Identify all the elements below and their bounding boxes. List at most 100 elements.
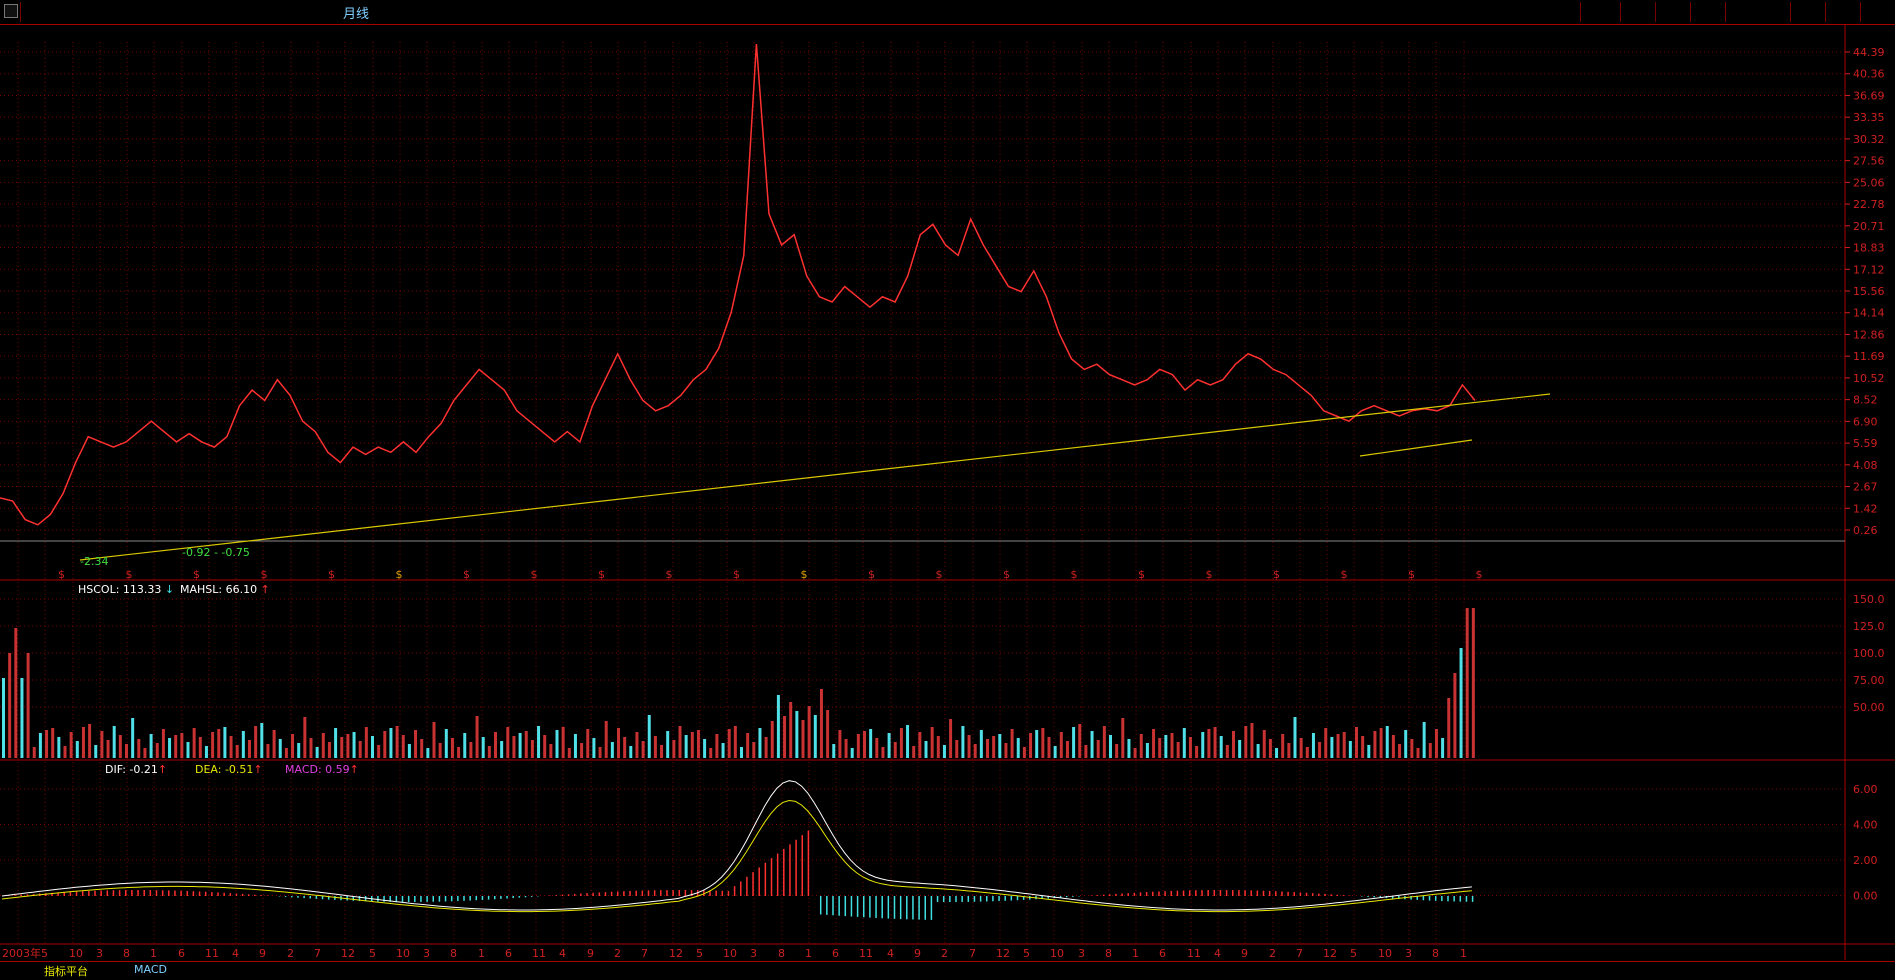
macd-tick-label: 6.00 [1853,783,1878,796]
tab-macd[interactable]: MACD [134,963,167,976]
volume-bar [617,728,620,758]
time-tick-label: 12 [1323,947,1337,960]
volume-bar [1269,739,1272,758]
macd-histogram-bar [162,890,164,896]
macd-histogram-bar [666,890,668,896]
macd-histogram-bar [758,867,760,896]
volume-bar [1109,735,1112,758]
volume-bar [451,738,454,758]
volume-bar [1355,727,1358,758]
stock-chart[interactable]: 2003年51038161149271251038161149271251038… [0,0,1895,979]
volume-bar [752,742,755,758]
time-tick-label: 10 [723,947,737,960]
time-tick-label: 1 [478,947,485,960]
macd-histogram-bar [968,896,970,902]
dividend-marker: $ [1206,568,1213,581]
volume-bar [27,653,30,758]
dividend-marker: $ [733,568,740,581]
volume-bar [568,748,571,758]
volume-bar [445,729,448,758]
tab-indicator-platform[interactable]: 指标平台 [44,963,88,979]
volume-bar [45,730,48,758]
macd-histogram-bar [1306,893,1308,896]
volume-bar [949,719,952,758]
volume-bar [1244,726,1247,758]
time-tick-label: 6 [178,947,185,960]
time-tick-label: 8 [123,947,130,960]
time-tick-label: 1 [150,947,157,960]
macd-histogram-bar [248,894,250,896]
macd-histogram-bar [211,892,213,896]
volume-bar [353,732,356,758]
volume-bar [33,747,36,758]
macd-legend-item: MACD: 0.59↑ [285,763,359,776]
macd-histogram-bar [1226,890,1228,896]
price-tick-label: 44.39 [1853,46,1885,59]
volume-bar [303,717,306,758]
volume-bar [543,735,546,758]
time-tick-label: 3 [1405,947,1412,960]
macd-histogram-bar [771,858,773,896]
macd-tick-label: 2.00 [1853,854,1878,867]
volume-bar [137,739,140,758]
macd-histogram-bar [254,895,256,896]
volume-bar [1250,723,1253,758]
macd-histogram-bar [740,881,742,896]
volume-bar [346,734,349,758]
volume-bar [1097,740,1100,758]
volume-bar [881,747,884,758]
volume-bar [875,738,878,758]
volume-bar [556,730,559,758]
macd-histogram-bar [912,896,914,919]
time-tick-label: 2 [614,947,621,960]
macd-legend-item: DEA: -0.51↑ [195,763,263,776]
macd-histogram-bar [1441,896,1443,901]
macd-histogram-bar [451,896,453,901]
macd-histogram-bar [469,896,471,901]
volume-bar [986,739,989,758]
macd-histogram-bar [143,890,145,896]
volume-bar [1134,748,1137,758]
macd-histogram-bar [888,896,890,919]
time-tick-label: 3 [750,947,757,960]
volume-bar [359,741,362,758]
volume-bar [70,732,73,758]
macd-histogram-bar [383,896,385,902]
dividend-marker: $ [396,568,403,581]
volume-bar [76,741,79,758]
dividend-marker: $ [1003,568,1010,581]
volume-tick-label: 150.0 [1853,593,1885,606]
macd-histogram-bar [1453,896,1455,901]
macd-histogram-bar [1158,891,1160,896]
volume-bar [371,736,374,758]
volume-bar [802,720,805,758]
volume-bar [273,730,276,758]
macd-histogram-bar [1177,891,1179,896]
time-tick-label: 11 [1187,947,1201,960]
volume-bar [1066,741,1069,758]
time-tick-label: 9 [587,947,594,960]
time-tick-label: 3 [96,947,103,960]
volume-bar [383,731,386,758]
volume-bar [685,735,688,758]
volume-bar [408,744,411,758]
dividend-marker: $ [126,568,133,581]
macd-histogram-bar [752,872,754,896]
volume-bar [193,728,196,758]
volume-bar [1004,743,1007,758]
legend-arrow: ↓ [165,583,174,596]
macd-histogram-bar [303,896,305,898]
volume-bar [519,733,522,758]
volume-bar [242,731,245,758]
price-tick-label: 40.36 [1853,68,1885,81]
macd-histogram-bar [94,891,96,896]
macd-histogram-bar [1312,893,1314,896]
time-tick-label: 5 [1350,947,1357,960]
volume-bar [992,736,995,758]
time-tick-label: 7 [969,947,976,960]
volume-bar [1330,737,1333,758]
macd-histogram-bar [820,896,822,914]
macd-histogram-bar [851,896,853,917]
volume-bar [512,736,515,758]
macd-histogram-bar [918,896,920,920]
